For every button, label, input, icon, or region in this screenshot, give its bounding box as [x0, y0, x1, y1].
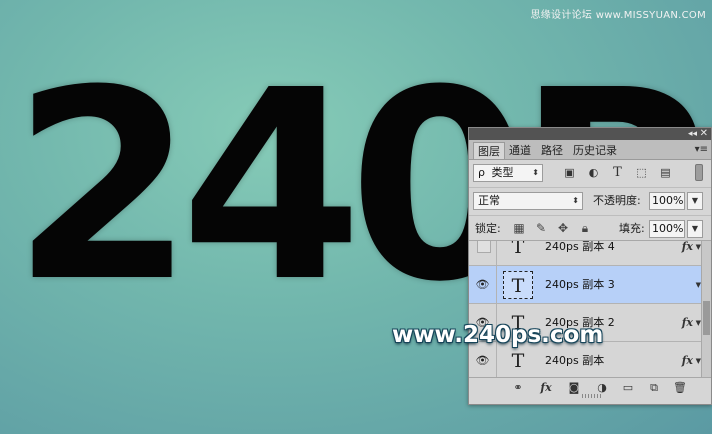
- tab-layers[interactable]: 图层: [473, 142, 505, 159]
- fx-icon[interactable]: fx: [537, 380, 555, 396]
- collapse-icon[interactable]: ◂◂: [688, 128, 697, 140]
- filter-kind-value: 类型: [491, 166, 514, 179]
- panel-tabs: 图层 通道 路径 历史记录 ▾≡: [469, 140, 711, 160]
- mask-icon[interactable]: ◙: [565, 380, 583, 396]
- blend-mode-select[interactable]: 正常 ⬍: [473, 192, 583, 210]
- blend-row: 正常 ⬍ 不透明度: 100% ▼: [469, 187, 711, 214]
- layer-name: 240ps 副本 3: [545, 278, 615, 291]
- fx-badge-icon[interactable]: fx: [682, 241, 693, 266]
- filter-toggle[interactable]: [695, 164, 703, 181]
- lock-transparent-icon[interactable]: ▦: [511, 220, 527, 236]
- smart-object-filter-icon[interactable]: ▤: [657, 164, 674, 181]
- opacity-label: 不透明度:: [593, 194, 641, 207]
- layer-name: 240ps 副本 4: [545, 240, 615, 253]
- fill-label: 填充:: [619, 222, 645, 235]
- panel-menu-icon[interactable]: ▾≡: [695, 142, 708, 157]
- layers-panel: ◂◂ ✕ 图层 通道 路径 历史记录 ▾≡ ρ 类型 ⬍ ▣ ◐ T ⬚ ▤ 正…: [468, 127, 712, 405]
- search-icon: ρ: [478, 166, 485, 179]
- layer-row[interactable]: T 240ps 副本 4 fx ▼: [469, 240, 701, 266]
- panel-titlebar[interactable]: ◂◂ ✕: [469, 128, 711, 140]
- text-layer-thumb-icon: T: [511, 350, 525, 372]
- tab-history[interactable]: 历史记录: [569, 142, 621, 159]
- close-icon[interactable]: ✕: [700, 128, 708, 140]
- site-watermark: www.240ps.com: [392, 322, 604, 348]
- fx-badge-icon[interactable]: fx: [682, 342, 693, 378]
- lock-label: 锁定:: [475, 222, 501, 235]
- layers-scrollbar[interactable]: [701, 241, 711, 378]
- shape-filter-icon[interactable]: ⬚: [633, 164, 650, 181]
- chevron-down-icon: ▼: [691, 224, 698, 233]
- fill-input[interactable]: 100%: [649, 220, 685, 238]
- image-filter-icon[interactable]: ▣: [561, 164, 578, 181]
- panel-bottom-bar: ⚭ fx ◙ ◑ ▭ ⧉ 🗑︎: [469, 377, 711, 398]
- fill-value: 100%: [652, 222, 684, 235]
- resize-grip[interactable]: [582, 394, 602, 398]
- text-layer-thumb-icon: T: [511, 240, 525, 258]
- layer-row-selected[interactable]: 👁︎ T 240ps 副本 3 ▼: [469, 266, 701, 304]
- lock-image-icon[interactable]: ✎: [533, 220, 549, 236]
- layer-visibility-toggle[interactable]: [469, 241, 497, 266]
- filter-row: ρ 类型 ⬍ ▣ ◐ T ⬚ ▤: [469, 160, 711, 186]
- text-filter-icon[interactable]: T: [609, 164, 626, 181]
- trash-icon[interactable]: 🗑︎: [671, 380, 689, 396]
- header-credit-text: 思缘设计论坛 www.MISSYUAN.COM: [530, 10, 706, 21]
- text-layer-thumb-icon: T: [503, 271, 533, 299]
- fx-badge-icon[interactable]: fx: [682, 304, 693, 342]
- opacity-dropdown[interactable]: ▼: [687, 192, 703, 210]
- eye-icon[interactable]: 👁︎: [469, 266, 497, 304]
- chevron-updown-icon: ⬍: [532, 168, 539, 177]
- scrollbar-thumb[interactable]: [703, 301, 710, 335]
- chevron-updown-icon: ⬍: [572, 196, 579, 205]
- folder-icon[interactable]: ▭: [619, 380, 637, 396]
- blend-mode-value: 正常: [478, 194, 500, 207]
- adjustment-filter-icon[interactable]: ◐: [585, 164, 602, 181]
- link-icon[interactable]: ⚭: [509, 380, 527, 396]
- lock-all-icon[interactable]: 🔒︎: [577, 220, 593, 236]
- opacity-input[interactable]: 100%: [649, 192, 685, 210]
- lock-row: 锁定: ▦ ✎ ✥ 🔒︎ 填充: 100% ▼: [469, 215, 711, 242]
- chevron-down-icon: ▼: [691, 196, 698, 205]
- tab-channels[interactable]: 通道: [505, 142, 535, 159]
- fill-dropdown[interactable]: ▼: [687, 220, 703, 238]
- opacity-value: 100%: [652, 194, 684, 207]
- hidden-eye-box: [477, 241, 491, 253]
- lock-position-icon[interactable]: ✥: [555, 220, 571, 236]
- filter-kind-select[interactable]: ρ 类型 ⬍: [473, 164, 543, 182]
- tab-paths[interactable]: 路径: [537, 142, 567, 159]
- layers-list[interactable]: T 240ps 副本 4 fx ▼ 👁︎ T 240ps 副本 3 ▼ 👁︎ T…: [469, 240, 711, 378]
- new-layer-icon[interactable]: ⧉: [645, 380, 663, 396]
